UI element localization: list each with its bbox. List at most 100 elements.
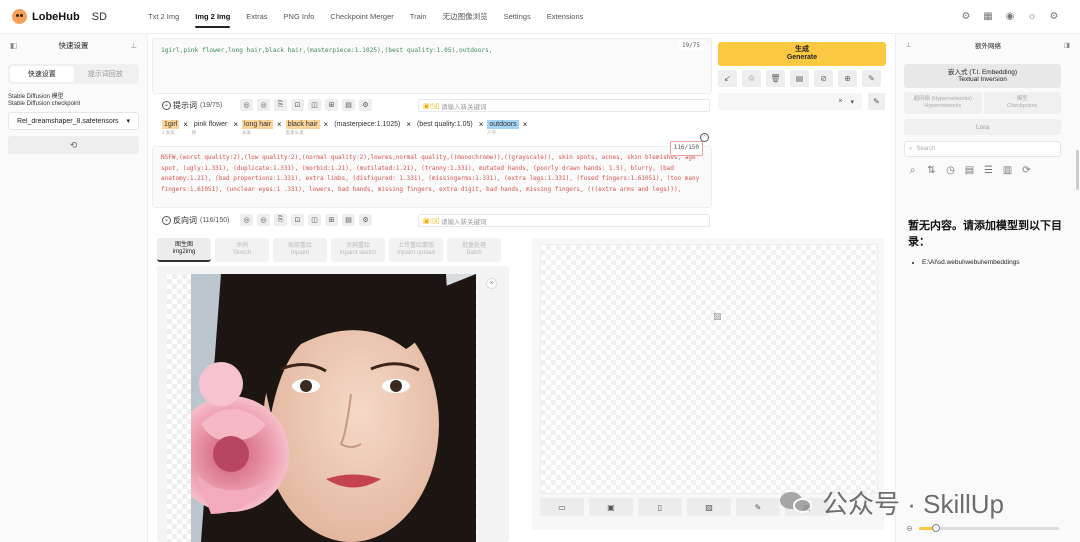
sort-name-icon[interactable]: ⇅ bbox=[925, 164, 938, 177]
trash-icon[interactable]: 🗑 bbox=[766, 70, 785, 87]
remove-tag-icon[interactable]: × bbox=[523, 120, 528, 129]
nav-checkpoint-merger[interactable]: Checkpoint Merger bbox=[322, 0, 401, 34]
negative-keyword-input[interactable]: ▣◷▯ 请输入新关键词 bbox=[418, 214, 710, 227]
remove-tag-icon[interactable]: × bbox=[324, 120, 329, 129]
zoom-slider-handle[interactable] bbox=[931, 524, 940, 532]
sidebar-collapse-icon[interactable]: ◨ bbox=[1064, 41, 1070, 49]
edit-style-button[interactable]: ✎ bbox=[868, 93, 885, 110]
prompt-tag[interactable]: black hair 黑发头发 bbox=[285, 120, 320, 136]
tab-textual-inversion[interactable]: 嵌入式 (T.I. Embedding) Textual Inversion bbox=[904, 64, 1061, 88]
tab-batch[interactable]: 批量处理 Batch bbox=[447, 238, 501, 262]
remove-tag-icon[interactable]: × bbox=[233, 120, 238, 129]
nav-img2img[interactable]: Img 2 Img bbox=[187, 0, 238, 34]
search-file-icon[interactable]: ⌕ bbox=[906, 164, 919, 177]
negative-label-group[interactable]: ⌄ 反向词 (116/150) bbox=[162, 215, 240, 226]
save-button[interactable]: ▣ bbox=[589, 498, 633, 516]
paperclip-icon[interactable]: ⊘ bbox=[814, 70, 833, 87]
ai-icon[interactable]: ◎ bbox=[240, 214, 253, 226]
close-icon[interactable]: × bbox=[486, 278, 497, 289]
prompt-label-group[interactable]: ⌄ 提示词 (19/75) bbox=[162, 100, 240, 111]
network-search-input[interactable]: ⌕ Search bbox=[904, 141, 1061, 157]
list-view-icon[interactable]: ☰ bbox=[982, 164, 995, 177]
nav-extras[interactable]: Extras bbox=[238, 0, 275, 34]
favorite-icon[interactable]: ⊞ bbox=[325, 99, 338, 111]
tab-lora[interactable]: Lora bbox=[904, 119, 1061, 135]
remove-tag-icon[interactable]: × bbox=[406, 120, 411, 129]
prompt-tag[interactable]: 1girl 1 女孩 bbox=[162, 120, 180, 136]
send-to-inpaint-button[interactable]: ✎ bbox=[736, 498, 780, 516]
generate-button[interactable]: 生成 Generate bbox=[718, 42, 886, 66]
favorite-icon[interactable]: ⊞ bbox=[325, 214, 338, 226]
refresh-checkpoint-button[interactable]: ⟲ bbox=[8, 136, 139, 154]
tab-label-en: Checkpoints bbox=[1007, 103, 1038, 109]
zip-button[interactable]: ▯ bbox=[638, 498, 682, 516]
tab-hypernetworks[interactable]: 超网络 (Hypernetworks) Hypernetworks bbox=[904, 92, 982, 114]
scrollbar[interactable] bbox=[1076, 150, 1079, 190]
preferences-icon[interactable]: ⚙ bbox=[1048, 11, 1060, 23]
recycle-icon[interactable]: ♲ bbox=[742, 70, 761, 87]
prompt-keyword-input[interactable]: ▣◷▯ 请输入新关键词 bbox=[418, 99, 710, 112]
translate-icon[interactable]: ◎ bbox=[257, 214, 270, 226]
sidebar-collapse-icon[interactable]: ◧ bbox=[10, 41, 17, 50]
remove-tag-icon[interactable]: × bbox=[277, 120, 282, 129]
paste-icon[interactable]: ⊡ bbox=[291, 214, 304, 226]
copy-icon[interactable]: ⎘ bbox=[274, 214, 287, 226]
tab-prompt-replay[interactable]: 提示词回放 bbox=[74, 66, 138, 82]
settings-icon[interactable]: ⚙ bbox=[960, 11, 972, 23]
right-sidebar: ⊥ 额外网络 ◨ 嵌入式 (T.I. Embedding) Textual In… bbox=[895, 34, 1080, 542]
tree-view-icon[interactable]: ▥ bbox=[1001, 164, 1014, 177]
history-icon[interactable]: ◫ bbox=[308, 99, 321, 111]
checkpoint-select[interactable]: Rel_dreamshaper_8.safetensors ▾ bbox=[8, 112, 139, 130]
send-to-img2img-button[interactable]: ▨ bbox=[687, 498, 731, 516]
list-icon[interactable]: ▤ bbox=[342, 99, 355, 111]
tab-quick-settings[interactable]: 快速设置 bbox=[10, 66, 74, 82]
copy-icon[interactable]: ⎘ bbox=[274, 99, 287, 111]
remove-tag-icon[interactable]: × bbox=[479, 120, 484, 129]
negative-prompt-textarea[interactable]: ⌃ 116/150 NSFW,(worst quality:2),(low qu… bbox=[152, 133, 712, 208]
zoom-slider[interactable] bbox=[918, 524, 1059, 532]
tab-sketch[interactable]: 涂鸦 Sketch bbox=[215, 238, 269, 262]
nav-txt2img[interactable]: Txt 2 Img bbox=[140, 0, 187, 34]
history-icon[interactable]: ◫ bbox=[308, 214, 321, 226]
tab-inpaint-upload[interactable]: 上传重绘蒙版 Inpaint upload bbox=[389, 238, 443, 262]
sort-desc-icon[interactable]: ▤ bbox=[963, 164, 976, 177]
nav-extensions[interactable]: Extensions bbox=[539, 0, 592, 34]
grid-icon[interactable]: ▦ bbox=[982, 11, 994, 23]
pin-icon[interactable]: ⊥ bbox=[130, 41, 137, 50]
tab-img2img[interactable]: 图生图 img2img bbox=[157, 238, 211, 262]
prompt-tag[interactable]: outdoors 户外 bbox=[487, 120, 519, 136]
tab-inpaint[interactable]: 局部重绘 Inpaint bbox=[273, 238, 327, 262]
ai-icon[interactable]: ◎ bbox=[240, 99, 253, 111]
style-select[interactable]: × ▾ bbox=[718, 93, 862, 110]
nav-png-info[interactable]: PNG Info bbox=[276, 0, 323, 34]
nav-settings[interactable]: Settings bbox=[496, 0, 539, 34]
nav-train[interactable]: Train bbox=[402, 0, 435, 34]
remove-tag-icon[interactable]: × bbox=[183, 120, 188, 129]
pin-icon[interactable]: ⊥ bbox=[906, 41, 912, 49]
list-icon[interactable]: ▤ bbox=[342, 214, 355, 226]
paste-icon[interactable]: ⊡ bbox=[291, 99, 304, 111]
prompt-tag[interactable]: pink flower 粉 bbox=[192, 120, 229, 136]
arrow-icon[interactable]: ↙ bbox=[718, 70, 737, 87]
prompt-textarea[interactable]: 1girl,pink flower,long hair,black hair,(… bbox=[152, 38, 712, 94]
sort-date-icon[interactable]: ◷ bbox=[944, 164, 957, 177]
prompt-tag[interactable]: long hair 长发 bbox=[242, 120, 273, 136]
clipboard-icon[interactable]: ▤ bbox=[790, 70, 809, 87]
tab-checkpoints[interactable]: 模型 Checkpoints bbox=[983, 92, 1061, 114]
magic-icon[interactable]: ✎ bbox=[862, 70, 881, 87]
open-folder-button[interactable]: ▭ bbox=[540, 498, 584, 516]
translate-icon[interactable]: ◎ bbox=[257, 99, 270, 111]
save-style-icon[interactable]: ⊕ bbox=[838, 70, 857, 87]
settings-icon[interactable]: ⚙ bbox=[359, 214, 372, 226]
clear-icon[interactable]: × bbox=[838, 98, 842, 105]
app-logo[interactable]: LobeHub SD bbox=[12, 9, 140, 24]
nav-image-browser[interactable]: 无边图像浏览 bbox=[435, 0, 496, 34]
settings-icon[interactable]: ⚙ bbox=[359, 99, 372, 111]
tab-inpaint-sketch[interactable]: 涂鸦重绘 Inpaint sketch bbox=[331, 238, 385, 262]
prompt-tag[interactable]: (masterpiece:1.1025) bbox=[332, 120, 402, 129]
github-icon[interactable]: ◉ bbox=[1004, 11, 1016, 23]
refresh-icon[interactable]: ⟳ bbox=[1020, 164, 1033, 177]
theme-toggle-icon[interactable]: ☼ bbox=[1026, 11, 1038, 23]
prompt-tag[interactable]: (best quality:1.05) bbox=[415, 120, 475, 129]
output-gallery[interactable]: ▨ bbox=[540, 244, 878, 494]
